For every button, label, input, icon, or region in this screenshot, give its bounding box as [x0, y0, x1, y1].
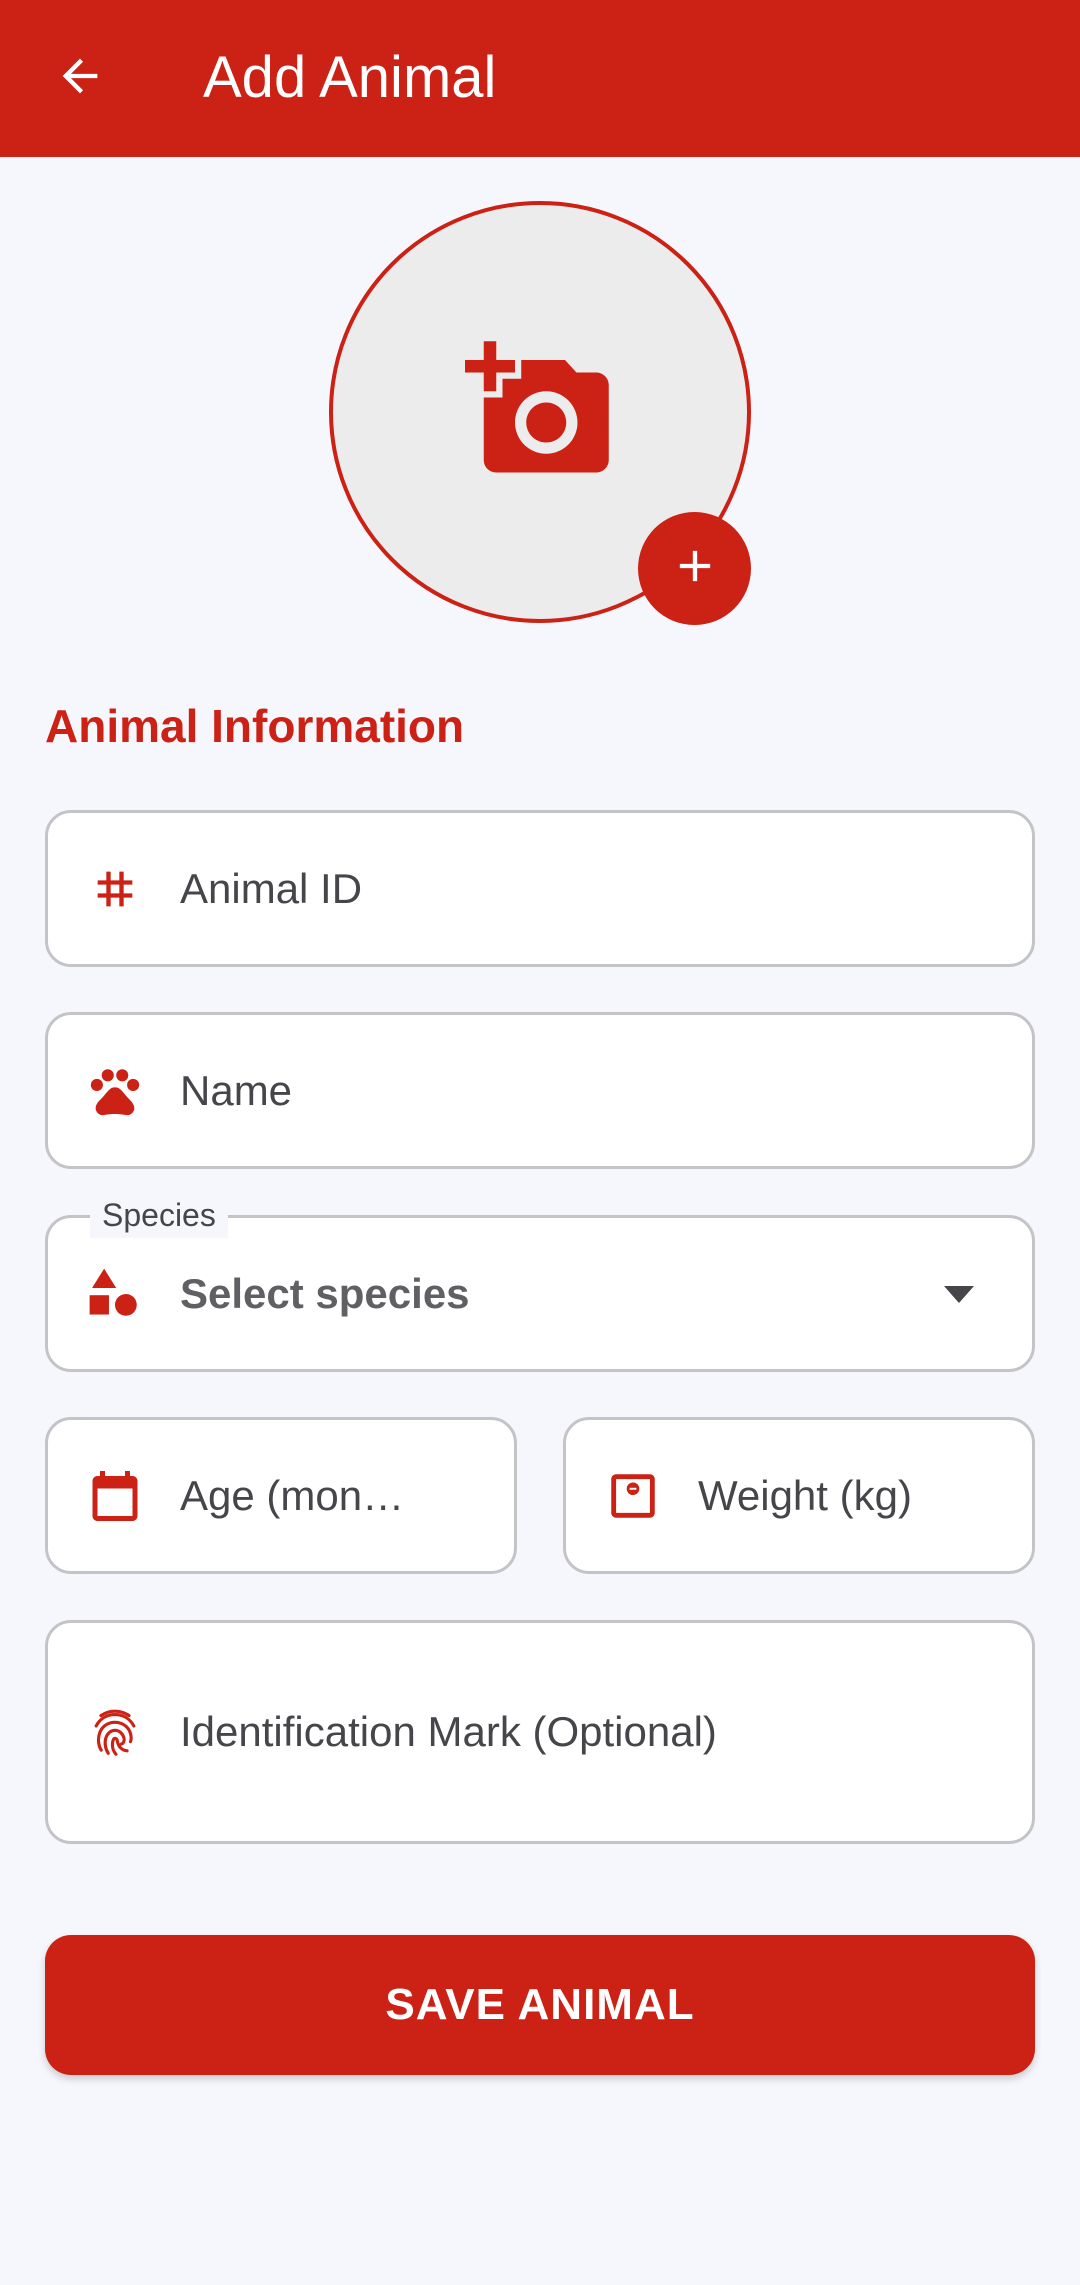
- weight-placeholder: Weight (kg): [698, 1471, 912, 1519]
- dropdown-arrow-icon: [944, 1280, 974, 1310]
- age-field[interactable]: Age (mon…: [45, 1417, 517, 1574]
- hash-icon: [85, 859, 145, 919]
- photo-picker: [329, 201, 751, 625]
- calendar-icon: [85, 1466, 145, 1526]
- scale-icon: [603, 1466, 663, 1526]
- add-photo-button[interactable]: [638, 512, 751, 625]
- fingerprint-icon: [85, 1702, 145, 1762]
- animal-id-placeholder: Animal ID: [180, 864, 363, 912]
- species-dropdown[interactable]: Species Select species: [45, 1192, 1035, 1372]
- identification-mark-placeholder: Identification Mark (Optional): [180, 1708, 717, 1755]
- app-bar: Add Animal: [0, 0, 1080, 157]
- section-title: Animal Information: [45, 700, 465, 752]
- age-placeholder: Age (mon…: [180, 1471, 405, 1519]
- back-button[interactable]: [40, 38, 120, 118]
- identification-mark-field[interactable]: Identification Mark (Optional): [45, 1620, 1035, 1844]
- plus-icon: [669, 540, 721, 597]
- page-title: Add Animal: [203, 45, 497, 110]
- arrow-back-icon: [54, 50, 106, 107]
- add-a-photo-icon: [465, 335, 615, 490]
- weight-field[interactable]: Weight (kg): [563, 1417, 1035, 1574]
- save-animal-button[interactable]: SAVE ANIMAL: [45, 1935, 1035, 2075]
- name-placeholder: Name: [180, 1066, 293, 1114]
- paw-icon: [85, 1061, 145, 1121]
- category-shapes-icon: [85, 1264, 145, 1324]
- species-label: Species: [90, 1192, 228, 1238]
- animal-id-field[interactable]: Animal ID: [45, 810, 1035, 967]
- name-field[interactable]: Name: [45, 1012, 1035, 1169]
- species-value: Select species: [180, 1269, 470, 1317]
